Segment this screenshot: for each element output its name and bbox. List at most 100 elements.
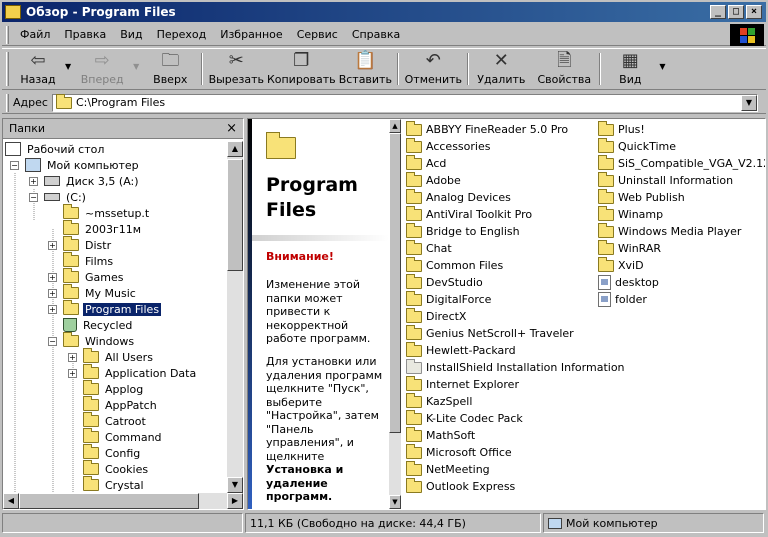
list-item[interactable]: Windows Media Player [598,222,741,240]
list-item[interactable]: Common Files [406,256,503,274]
collapse-toggle[interactable]: − [10,160,19,170]
title-bar[interactable]: Обзор - Program Files _ □ × [2,2,766,22]
expand-toggle[interactable]: + [48,288,57,298]
list-item[interactable]: Microsoft Office [406,443,512,461]
back-button[interactable]: ⇦ Назад [13,49,63,89]
forward-dropdown-icon[interactable]: ▼ [131,62,141,71]
expand-toggle[interactable]: + [68,352,77,362]
address-dropdown-button[interactable]: ▼ [740,94,757,111]
tree-item-apppatch[interactable]: AppPatch [83,396,159,413]
back-dropdown-icon[interactable]: ▼ [63,62,73,71]
list-item[interactable]: Analog Devices [406,188,511,206]
tree-item-mssetup[interactable]: ~mssetup.t [63,204,151,221]
list-item[interactable]: NetMeeting [406,460,490,478]
cut-button[interactable]: ✂ Вырезать [205,49,267,89]
expand-toggle[interactable]: + [48,272,57,282]
list-item[interactable]: SiS_Compatible_VGA_V2.12 [598,154,765,172]
list-item[interactable]: Acd [406,154,446,172]
info-panel-scrollbar[interactable]: ▲ ▼ [389,119,401,509]
collapse-toggle[interactable]: − [48,336,57,346]
tree-item-config[interactable]: Config [83,444,142,461]
scroll-left-button[interactable]: ◀ [3,493,19,509]
collapse-toggle[interactable]: − [29,192,38,202]
list-item[interactable]: Bridge to English [406,222,520,240]
tree-item-2003[interactable]: 2003г11м [63,220,143,237]
scroll-thumb[interactable] [19,493,199,509]
list-item[interactable]: DirectX [406,307,466,325]
scroll-up-button[interactable]: ▲ [227,141,243,157]
maximize-button[interactable]: □ [728,5,744,19]
expand-toggle[interactable]: + [48,304,57,314]
folders-pane-close-button[interactable]: × [226,121,237,136]
address-grip[interactable] [6,93,9,112]
menu-file[interactable]: Файл [13,28,57,41]
address-value[interactable]: C:\Program Files [76,96,165,109]
tree-item-windows[interactable]: − Windows [48,332,136,349]
list-item[interactable]: Web Publish [598,188,685,206]
tree-item-films[interactable]: Films [63,252,115,269]
close-button[interactable]: × [746,5,762,19]
scroll-thumb[interactable] [389,133,401,433]
list-item[interactable]: AntiViral Toolkit Pro [406,205,532,223]
view-dropdown-icon[interactable]: ▼ [657,62,667,71]
list-item[interactable]: XviD [598,256,644,274]
paste-button[interactable]: 📋 Вставить [335,49,395,89]
list-item[interactable]: InstallShield Installation Information [406,358,625,376]
tree-item-desktop[interactable]: Рабочий стол [5,141,106,157]
list-item[interactable]: Chat [406,239,452,257]
list-item[interactable]: Internet Explorer [406,375,519,393]
list-item[interactable]: Accessories [406,137,490,155]
list-item[interactable]: DevStudio [406,273,483,291]
list-item[interactable]: Plus! [598,120,645,138]
tree-item-recycled[interactable]: Recycled [63,317,134,333]
tree-item-drive-c[interactable]: − (C:) [29,189,88,205]
list-item[interactable]: folder [598,291,647,308]
list-item[interactable]: KazSpell [406,392,472,410]
list-item[interactable]: DigitalForce [406,290,491,308]
tree-item-my-computer[interactable]: − Мой компьютер [10,157,141,173]
tree-item-command[interactable]: Command [83,428,164,445]
menu-tools[interactable]: Сервис [290,28,345,41]
tree-item-my-music[interactable]: + My Music [48,284,138,301]
scroll-up-button[interactable]: ▲ [389,119,401,133]
list-item[interactable]: QuickTime [598,137,676,155]
menu-help[interactable]: Справка [345,28,407,41]
forward-button[interactable]: ⇨ Вперед [73,49,131,89]
menu-edit[interactable]: Правка [57,28,113,41]
expand-toggle[interactable]: + [29,176,38,186]
list-item[interactable]: ABBYY FineReader 5.0 Pro [406,120,568,138]
properties-button[interactable]: 🗎 Свойства [531,49,597,89]
list-item[interactable]: Hewlett-Packard [406,341,516,359]
tree-item-application-data[interactable]: + Application Data [68,364,198,381]
tree-item-distr[interactable]: + Distr [48,236,113,253]
scroll-right-button[interactable]: ▶ [227,493,243,509]
toolbar-grip[interactable] [6,52,9,86]
folders-vertical-scrollbar[interactable]: ▲ ▼ [227,141,243,493]
list-item[interactable]: MathSoft [406,426,475,444]
copy-button[interactable]: ❐ Копировать [267,49,336,89]
menu-go[interactable]: Переход [150,28,214,41]
menu-grip[interactable] [6,25,9,44]
expand-toggle[interactable]: + [48,240,57,250]
list-item[interactable]: Adobe [406,171,461,189]
tree-item-games[interactable]: + Games [48,268,125,285]
list-item[interactable]: desktop [598,274,659,291]
list-item[interactable]: Outlook Express [406,477,515,495]
list-item[interactable]: Genius NetScroll+ Traveler [406,324,574,342]
add-remove-programs-link[interactable]: Установка и удаление программ. [266,463,343,503]
folders-horizontal-scrollbar[interactable]: ◀ ▶ [3,493,243,509]
scroll-thumb[interactable] [227,159,243,271]
menu-favorites[interactable]: Избранное [213,28,289,41]
undo-button[interactable]: ↶ Отменить [401,49,465,89]
menu-view[interactable]: Вид [113,28,149,41]
view-button[interactable]: ▦ Вид [603,49,657,89]
address-input[interactable]: C:\Program Files ▼ [51,93,758,112]
list-item[interactable]: Winamp [598,205,663,223]
scroll-down-button[interactable]: ▼ [389,495,401,509]
list-item[interactable]: K-Lite Codec Pack [406,409,523,427]
up-button[interactable]: 🗀 Вверх [141,49,199,89]
tree-item-catroot[interactable]: Catroot [83,412,148,429]
scroll-down-button[interactable]: ▼ [227,477,243,493]
tree-item-floppy[interactable]: + Диск 3,5 (A:) [29,173,141,189]
delete-button[interactable]: ✕ Удалить [471,49,531,89]
